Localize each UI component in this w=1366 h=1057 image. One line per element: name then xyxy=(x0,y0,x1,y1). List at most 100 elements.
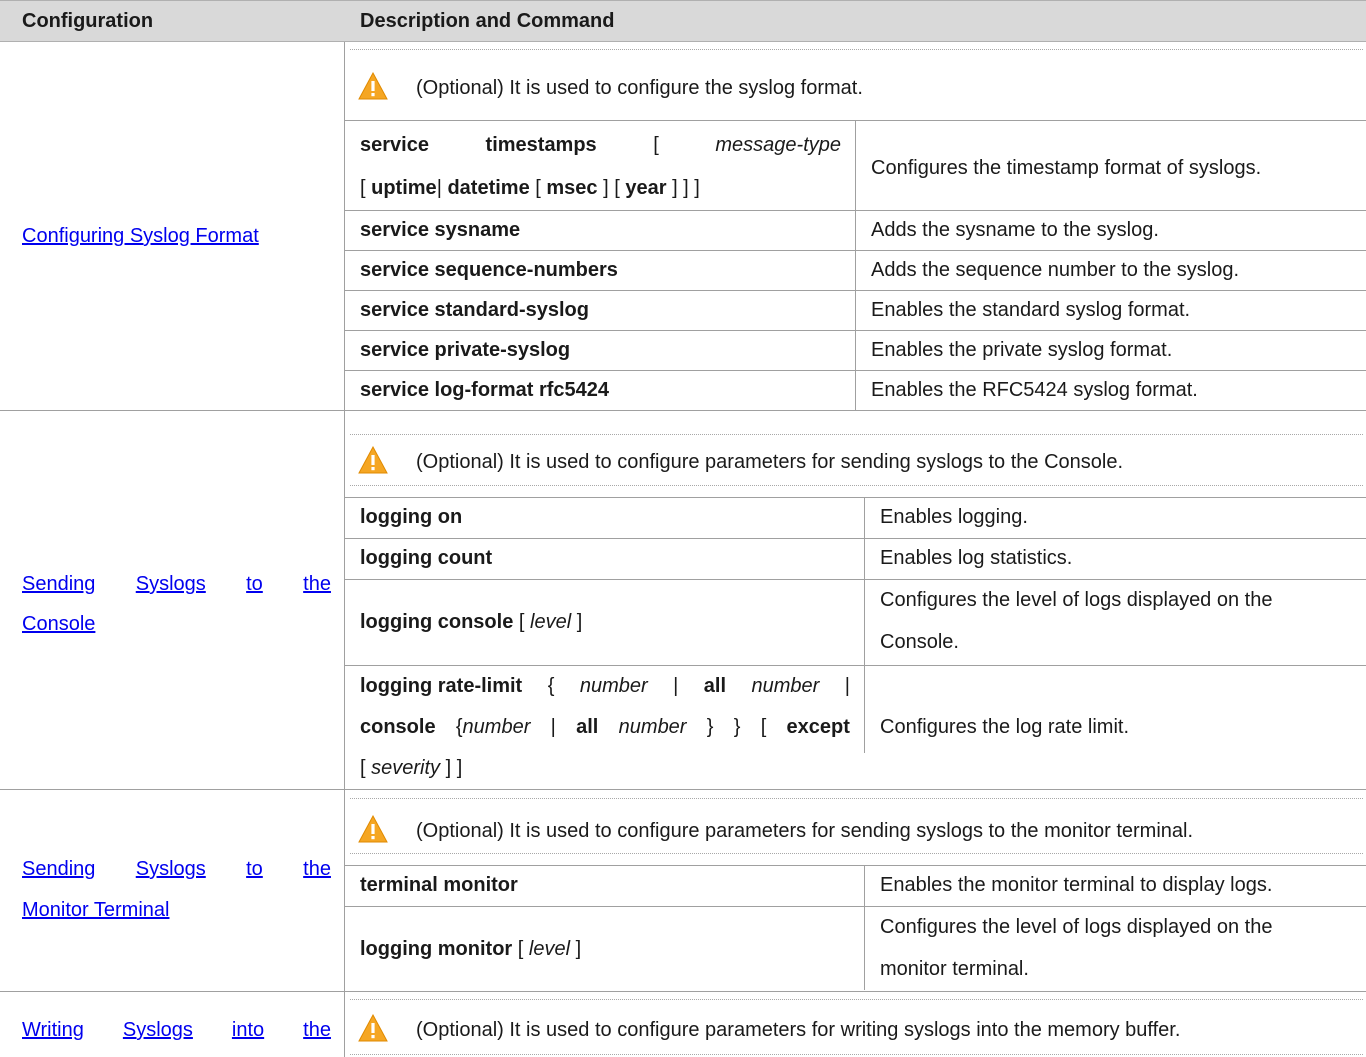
cmd-token: ] [ xyxy=(603,177,620,199)
link-word[interactable]: the xyxy=(303,572,331,596)
note-top-border xyxy=(350,798,1363,799)
cmd-logging-count: logging count xyxy=(360,547,493,569)
desc-sequence-numbers: Adds the sequence number to the syslog. xyxy=(871,259,1240,281)
cmd-token: { xyxy=(455,716,463,738)
row-separator xyxy=(344,250,1366,251)
row-separator xyxy=(344,370,1366,371)
row-separator xyxy=(344,906,1366,907)
link-word[interactable]: Writing xyxy=(22,1018,84,1042)
link-word[interactable]: the xyxy=(303,1018,331,1042)
cmd-service-private-syslog: service private-syslog xyxy=(360,339,571,361)
column-divider xyxy=(344,42,345,1057)
link-sending-syslogs-console-line2[interactable]: Console xyxy=(22,612,95,636)
row-separator xyxy=(344,579,1366,580)
header-configuration: Configuration xyxy=(22,10,154,32)
cmd-token: number xyxy=(751,675,820,697)
cmd-token: message-type xyxy=(715,134,841,156)
desc-rfc5424: Enables the RFC5424 syslog format. xyxy=(871,379,1198,401)
note-top-border xyxy=(350,49,1363,50)
cmd-service-timestamps-line1: service timestamps [ message-type xyxy=(360,133,841,157)
cmd-service-standard-syslog: service standard-syslog xyxy=(360,299,589,321)
row-separator xyxy=(344,330,1366,331)
cmd-token: datetime xyxy=(447,177,530,199)
cmd-token: } xyxy=(706,716,714,738)
cell-divider xyxy=(864,497,865,753)
cmd-service-sequence-numbers: service sequence-numbers xyxy=(360,259,618,281)
link-word[interactable]: Sending xyxy=(22,572,95,596)
cmd-logging-monitor: logging monitor [ level ] xyxy=(360,937,581,961)
cmd-token: [ xyxy=(360,177,366,199)
desc-terminal-monitor: Enables the monitor terminal to display … xyxy=(880,874,1273,896)
link-word[interactable]: the xyxy=(303,857,331,881)
link-word[interactable]: to xyxy=(246,857,263,881)
note-bottom-border xyxy=(350,1054,1363,1055)
cmd-token: | xyxy=(436,177,442,199)
note-optional: (Optional) It is used to configure param… xyxy=(416,1019,1181,1041)
section-separator xyxy=(0,410,1366,411)
cmd-token: level xyxy=(528,938,571,960)
cmd-terminal-monitor: terminal monitor xyxy=(360,874,518,896)
note-bottom-border xyxy=(350,485,1363,486)
cmd-token: [ xyxy=(360,757,366,779)
desc-logging-count: Enables log statistics. xyxy=(880,547,1073,569)
link-word[interactable]: to xyxy=(246,572,263,596)
link-word[interactable]: Syslogs xyxy=(136,857,206,881)
section-separator xyxy=(0,991,1366,992)
cell-divider xyxy=(864,865,865,990)
desc-logging-monitor-line1: Configures the level of logs displayed o… xyxy=(880,916,1273,938)
note-optional: (Optional) It is used to configure param… xyxy=(416,451,1124,473)
note-bottom-border xyxy=(350,853,1363,854)
desc-standard-syslog: Enables the standard syslog format. xyxy=(871,299,1191,321)
link-sending-syslogs-console[interactable]: Sending Syslogs to the xyxy=(22,572,331,596)
cmd-token: ] xyxy=(575,938,582,960)
cmd-token: year xyxy=(625,177,667,199)
header-description: Description and Command xyxy=(360,10,615,32)
cmd-token: [ xyxy=(517,938,524,960)
desc-logging-monitor-line2: monitor terminal. xyxy=(880,958,1029,980)
note-top-border xyxy=(350,999,1363,1000)
row-separator xyxy=(344,865,1366,866)
warning-triangle-icon xyxy=(358,446,388,474)
cmd-token: all xyxy=(576,716,599,738)
cmd-token: number xyxy=(462,716,531,738)
link-writing-syslogs[interactable]: Writing Syslogs into the xyxy=(22,1018,331,1042)
cmd-token: | xyxy=(550,716,556,738)
cmd-token: timestamps xyxy=(485,134,597,156)
note-top-border xyxy=(350,434,1363,435)
cmd-logging-rate-limit-line3: [ severity ] ] xyxy=(360,756,462,780)
cmd-token: uptime xyxy=(371,177,437,199)
desc-timestamp: Configures the timestamp format of syslo… xyxy=(871,157,1262,179)
cmd-service-sysname: service sysname xyxy=(360,219,521,241)
link-word[interactable]: Syslogs xyxy=(136,572,206,596)
desc-sysname: Adds the sysname to the syslog. xyxy=(871,219,1159,241)
cmd-token: all xyxy=(703,675,727,697)
link-word[interactable]: Syslogs xyxy=(123,1018,193,1042)
row-separator xyxy=(344,210,1366,211)
cmd-logging-rate-limit-line2: console {number | all number } } [ excep… xyxy=(360,715,850,739)
warning-triangle-icon xyxy=(358,72,388,100)
cmd-token: service xyxy=(360,134,429,156)
cmd-token: | xyxy=(844,675,850,697)
cmd-logging-console: logging console [ level ] xyxy=(360,610,582,634)
warning-triangle-icon xyxy=(358,815,388,843)
cmd-logging-rate-limit-line1: logging rate-limit { number | all number… xyxy=(360,674,850,698)
cmd-token: | xyxy=(673,675,679,697)
desc-logging-on: Enables logging. xyxy=(880,506,1028,528)
cmd-logging-on: logging on xyxy=(360,506,463,528)
cmd-token: logging monitor xyxy=(360,938,513,960)
cmd-token: except xyxy=(786,716,850,738)
cmd-token: ] ] xyxy=(445,757,463,779)
link-word[interactable]: Sending xyxy=(22,857,95,881)
link-word[interactable]: into xyxy=(232,1018,264,1042)
cmd-token: } xyxy=(733,716,741,738)
desc-private-syslog: Enables the private syslog format. xyxy=(871,339,1173,361)
link-sending-syslogs-monitor-line2[interactable]: Monitor Terminal xyxy=(22,898,169,922)
cmd-token: [ xyxy=(653,134,659,156)
cmd-token: ] xyxy=(576,611,583,633)
cmd-token: [ xyxy=(535,177,541,199)
cmd-token: ] ] ] xyxy=(672,177,700,199)
link-sending-syslogs-monitor[interactable]: Sending Syslogs to the xyxy=(22,857,331,881)
row-separator xyxy=(344,538,1366,539)
link-configuring-syslog-format[interactable]: Configuring Syslog Format xyxy=(22,212,259,260)
cmd-token: [ xyxy=(518,611,525,633)
